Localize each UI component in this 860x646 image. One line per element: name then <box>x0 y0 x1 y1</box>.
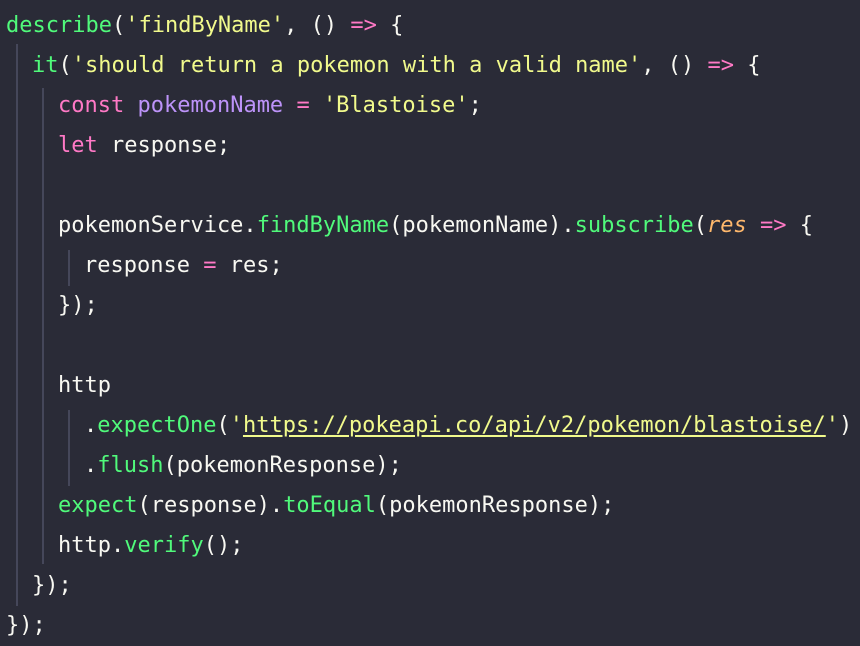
code-text-token: http <box>58 373 111 398</box>
code-text-token: res; <box>216 253 283 278</box>
code-text-token: . <box>84 413 98 438</box>
code-text-token: (response). <box>137 493 284 518</box>
code-operator-token: => <box>760 213 787 238</box>
code-text-token: }); <box>6 613 46 638</box>
code-function-token: findByName <box>256 213 390 238</box>
code-text-token: ) <box>839 413 853 438</box>
code-line[interactable]: }); <box>58 286 98 326</box>
code-text-token: { <box>786 213 814 238</box>
code-string-token: 'Blastoise' <box>322 93 469 118</box>
code-function-token: toEqual <box>283 493 376 518</box>
code-line[interactable]: }); <box>32 566 72 606</box>
code-line[interactable]: .expectOne('https://pokeapi.co/api/v2/po… <box>84 406 852 446</box>
code-text-token: response <box>84 253 204 278</box>
code-text-token: { <box>734 53 761 78</box>
code-function-token: subscribe <box>574 213 694 238</box>
code-operator-token: => <box>350 13 377 38</box>
code-text-token: . <box>84 453 98 478</box>
code-variable-token: pokemonName <box>137 93 284 118</box>
code-text-token: pokemonService. <box>58 213 257 238</box>
code-operator-token: => <box>707 53 735 78</box>
code-text-token: { <box>376 13 404 38</box>
code-editor[interactable]: describe('findByName', () => { it('shoul… <box>0 0 860 646</box>
code-text-token: (pokemonName). <box>389 213 575 238</box>
code-function-token: flush <box>97 453 164 478</box>
code-line[interactable]: pokemonService.findByName(pokemonName).s… <box>58 206 813 246</box>
code-function-token: expect <box>58 493 138 518</box>
code-text-token: (); <box>203 533 244 558</box>
code-line[interactable]: http <box>58 366 111 406</box>
code-line[interactable]: response = res; <box>84 246 283 286</box>
code-operator-token: = <box>296 93 310 118</box>
code-operator-token: = <box>203 253 217 278</box>
code-url-link[interactable]: https://pokeapi.co/api/v2/pokemon/blasto… <box>243 413 826 438</box>
code-text-token: ( <box>111 13 126 38</box>
code-text-token: , () <box>641 53 708 78</box>
code-function-token: expectOne <box>97 413 217 438</box>
code-text-token: http. <box>58 533 125 558</box>
code-text-token: (pokemonResponse); <box>375 493 615 518</box>
code-line[interactable]: expect(response).toEqual(pokemonResponse… <box>58 486 614 526</box>
code-function-token: describe <box>6 13 112 38</box>
code-text-token: }); <box>32 573 72 598</box>
code-text-token: ( <box>693 213 708 238</box>
code-string-token: ' <box>825 413 840 438</box>
code-keyword-token: const <box>58 93 125 118</box>
code-line[interactable]: .flush(pokemonResponse); <box>84 446 402 486</box>
code-string-token: 'should return a pokemon with a valid na… <box>71 53 642 78</box>
indent-guide <box>42 88 44 564</box>
code-text-token: ; <box>468 93 482 118</box>
indent-guide <box>16 44 18 606</box>
indent-guide <box>68 250 70 286</box>
code-function-token: it <box>32 53 59 78</box>
code-line[interactable]: const pokemonName = 'Blastoise'; <box>58 86 482 126</box>
code-text-token: ( <box>216 413 230 438</box>
code-text-token: response; <box>97 133 231 158</box>
code-text-token: , () <box>284 13 351 38</box>
code-keyword-token: let <box>58 133 98 158</box>
code-line[interactable]: http.verify(); <box>58 526 243 566</box>
code-text-token: ( <box>58 53 72 78</box>
code-line[interactable]: describe('findByName', () => { <box>6 6 403 46</box>
code-function-token: verify <box>124 533 204 558</box>
code-line[interactable]: let response; <box>58 126 230 166</box>
code-parameter-token: res <box>707 213 747 238</box>
code-string-token: ' <box>229 413 243 438</box>
code-line[interactable]: it('should return a pokemon with a valid… <box>32 46 761 86</box>
code-text-token: (pokemonResponse); <box>163 453 402 478</box>
code-line[interactable]: }); <box>6 606 46 646</box>
code-text-token: }); <box>58 293 98 318</box>
indent-guide <box>68 410 70 486</box>
code-string-token: 'findByName' <box>125 13 285 38</box>
